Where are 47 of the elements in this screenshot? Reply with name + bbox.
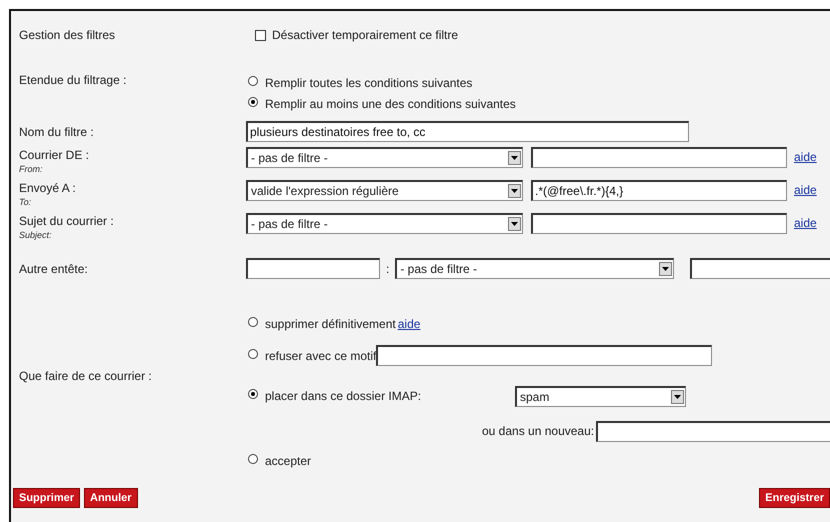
input-field[interactable] xyxy=(531,147,787,168)
radio-label: Remplir toutes les conditions suivantes xyxy=(265,76,472,90)
radio-label: supprimer définitivement xyxy=(265,317,396,331)
dropdown[interactable]: - pas de filtre - xyxy=(246,147,523,168)
radio-label: placer dans ce dossier IMAP: xyxy=(265,389,422,403)
field-label: Sujet du courrier : xyxy=(19,214,115,228)
input-field[interactable]: .*(@free\.fr.*){4,} xyxy=(531,180,787,201)
input-field[interactable] xyxy=(596,420,830,442)
checkbox-label: Désactiver temporairement ce filtre xyxy=(272,28,458,42)
radio-label: Remplir au moins une des conditions suivantes xyxy=(265,97,516,111)
help-link[interactable]: aide xyxy=(398,317,420,331)
dropdown[interactable]: - pas de filtre - xyxy=(246,213,523,234)
field-sublabel: From: xyxy=(19,164,44,174)
radio-button[interactable] xyxy=(248,348,258,358)
input-field[interactable] xyxy=(690,258,830,279)
save-button[interactable]: Enregistrer xyxy=(759,488,830,508)
dropdown[interactable]: valide l'expression régulière xyxy=(246,180,523,201)
radio-label: refuser avec ce motif xyxy=(265,348,376,362)
radio-button[interactable] xyxy=(248,317,258,327)
checkbox[interactable] xyxy=(255,30,266,40)
radio-button[interactable] xyxy=(248,454,258,464)
field-label: Envoyé A : xyxy=(19,181,77,195)
action-button[interactable]: Annuler xyxy=(84,488,138,508)
input-field[interactable] xyxy=(376,345,712,366)
field-label: Etendue du filtrage : xyxy=(19,73,126,87)
input-field[interactable] xyxy=(531,213,787,234)
input-field[interactable]: plusieurs destinatoires free to, cc xyxy=(246,121,689,142)
help-link[interactable]: aide xyxy=(794,216,817,230)
action-button[interactable]: Supprimer xyxy=(13,488,80,508)
dropdown[interactable]: - pas de filtre - xyxy=(395,258,674,279)
radio-button[interactable] xyxy=(248,76,258,86)
field-label: Courrier DE : xyxy=(19,148,90,162)
field-label: Gestion des filtres xyxy=(19,28,116,42)
input-field[interactable] xyxy=(246,258,380,279)
help-link[interactable]: aide xyxy=(794,150,817,164)
field-label: Autre entête: xyxy=(19,262,88,276)
dropdown[interactable]: spam xyxy=(515,386,686,406)
field-label: Que faire de ce courrier : xyxy=(19,369,152,383)
field-sublabel: To: xyxy=(19,197,32,207)
radio-label: accepter xyxy=(265,454,312,468)
field-sublabel: Subject: xyxy=(19,230,53,240)
field-label: Nom du filtre : xyxy=(19,124,94,138)
field-label: ou dans un nouveau: xyxy=(482,424,594,438)
separator-text: : xyxy=(386,262,390,276)
radio-button[interactable] xyxy=(248,97,258,107)
radio-button[interactable] xyxy=(248,389,258,399)
help-link[interactable]: aide xyxy=(794,183,817,197)
